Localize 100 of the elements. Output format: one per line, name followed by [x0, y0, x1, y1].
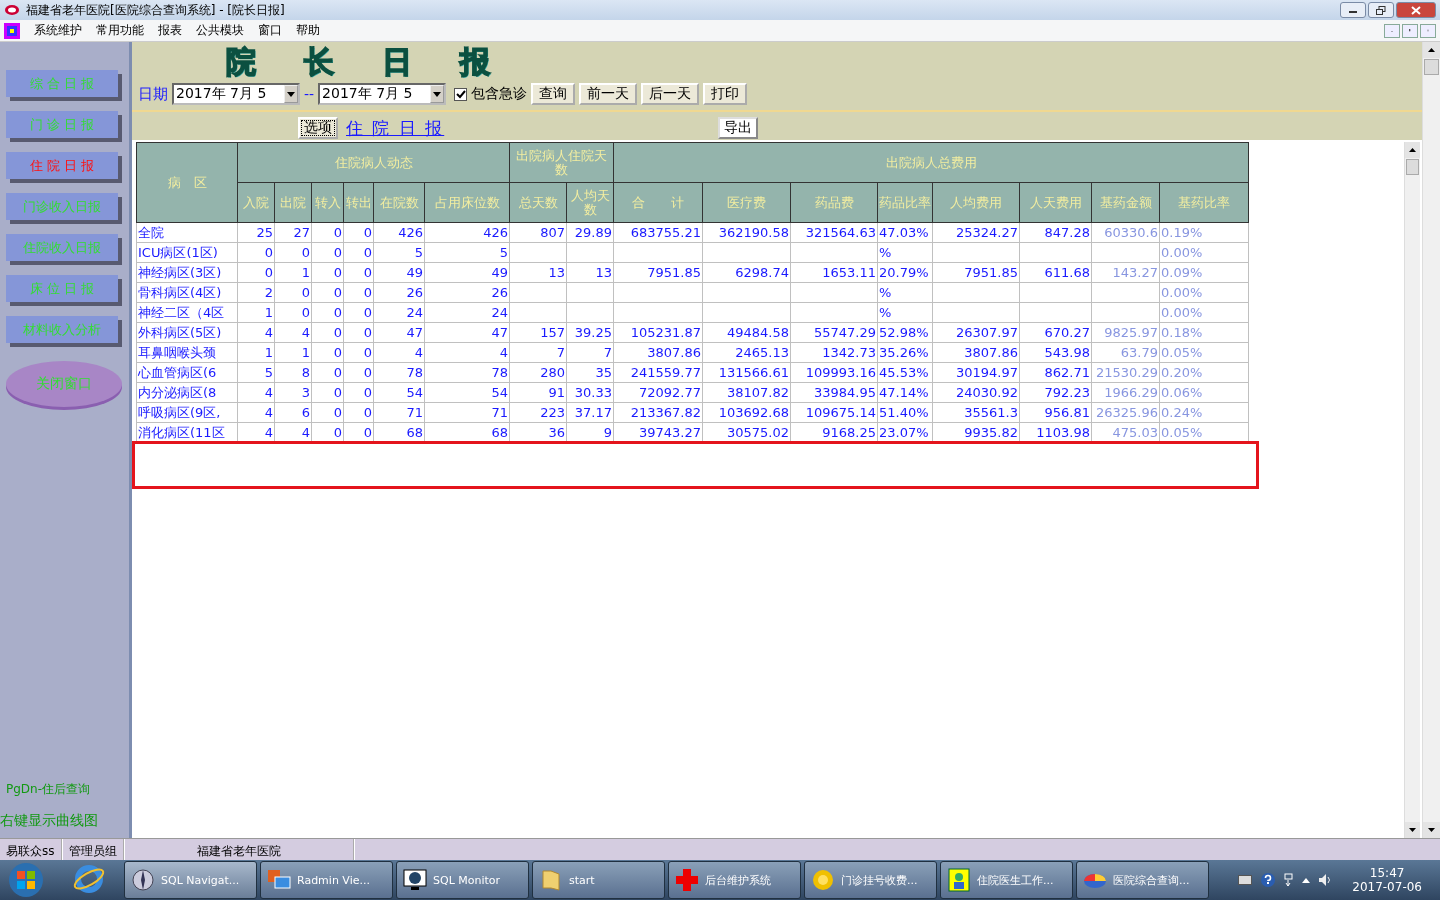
table-cell: % [877, 282, 933, 303]
table-cell: 9825.97 [1091, 322, 1160, 343]
table-cell: 0 [311, 402, 344, 423]
table-cell: 0 [311, 302, 344, 323]
date-separator: -- [304, 86, 315, 102]
column-header: 人均费用 [932, 182, 1020, 223]
taskbar-button[interactable]: SQL Navigat... [124, 861, 257, 899]
table-cell: 25 [237, 222, 275, 243]
export-button[interactable]: 导出 [718, 117, 759, 139]
table-cell: 24 [424, 302, 510, 323]
table-cell: 外科病区(5区) [136, 322, 238, 343]
table-cell: 4 [274, 322, 312, 343]
table-cell: 39.25 [566, 322, 614, 343]
table-cell: 862.71 [1019, 362, 1092, 383]
column-header: 总天数 [509, 182, 567, 223]
taskbar-button[interactable]: SQL Monitor [396, 861, 529, 899]
menu-item[interactable]: 帮助 [296, 22, 320, 39]
table-cell: 611.68 [1019, 262, 1092, 283]
scrollbar[interactable] [1422, 42, 1440, 838]
taskbar-button[interactable]: Radmin Vie... [260, 861, 393, 899]
table-cell: 3807.86 [932, 342, 1020, 363]
table-cell: 223 [509, 402, 567, 423]
table-cell: 157 [509, 322, 567, 343]
menu-item[interactable]: 公共模块 [196, 22, 244, 39]
start-button[interactable] [6, 862, 46, 898]
table-cell: 35561.3 [932, 402, 1020, 423]
table-cell: 5 [237, 362, 275, 383]
table-cell: 47 [424, 322, 510, 343]
toolbar-button[interactable]: 查询 [531, 83, 576, 105]
taskbar-button[interactable]: start [532, 861, 665, 899]
toolbar-button[interactable]: 打印 [703, 83, 748, 105]
taskbar-button[interactable]: 后台维护系统 [668, 861, 801, 899]
table-cell: 26 [373, 282, 425, 303]
speaker-icon[interactable] [1318, 873, 1333, 887]
table-cell: 23.07% [877, 422, 933, 443]
table-cell: 4 [237, 322, 275, 343]
column-group-header: 病 区 [136, 142, 238, 223]
options-button[interactable]: 选项 [298, 117, 338, 139]
restore-button[interactable] [1368, 2, 1394, 18]
table-cell: 0 [237, 262, 275, 283]
table-cell: 6 [274, 402, 312, 423]
include-emergency-checkbox[interactable]: 包含急诊 [454, 85, 528, 103]
folder-icon [539, 868, 563, 892]
table-cell: 0.19% [1159, 222, 1249, 243]
table-cell: 0 [343, 402, 374, 423]
table-cell: 6298.74 [702, 262, 791, 283]
menu-item[interactable]: 窗口 [258, 22, 282, 39]
column-group-header: 住院病人动态 [237, 142, 510, 183]
table-cell: 60330.6 [1091, 222, 1160, 243]
close-icon [1411, 5, 1421, 15]
report-title: 院长日报 [226, 43, 539, 81]
taskbar-button[interactable]: 住院医生工作... [940, 861, 1073, 899]
minimize-button[interactable] [1340, 2, 1366, 18]
column-header: 出院 [274, 182, 312, 223]
table-cell: 0 [343, 342, 374, 363]
scrollbar[interactable] [1404, 142, 1420, 838]
toolbar-button[interactable]: 后一天 [641, 83, 700, 105]
table-cell: 13 [566, 262, 614, 283]
table-cell: 362190.58 [702, 222, 791, 243]
table-cell: 426 [373, 222, 425, 243]
table-cell: 0 [311, 242, 344, 263]
table-cell: 91 [509, 382, 567, 403]
date-picker[interactable]: 2017年 7月 5 [318, 83, 447, 105]
table-cell: 321564.63 [790, 222, 878, 243]
column-header: 人均天数 [566, 182, 614, 223]
table-cell: 0 [311, 282, 344, 303]
scrollbar-thumb[interactable] [1406, 159, 1419, 175]
column-header: 人天费用 [1019, 182, 1092, 223]
close-button[interactable] [1396, 2, 1436, 18]
table-cell: 109675.14 [790, 402, 878, 423]
taskbar-button[interactable]: 门诊挂号收费... [804, 861, 937, 899]
table-cell: 0 [274, 302, 312, 323]
table-cell: 0 [274, 242, 312, 263]
column-header: 合 计 [613, 182, 703, 223]
table-cell: 1342.73 [790, 342, 878, 363]
table-cell: 78 [373, 362, 425, 383]
scrollbar-thumb[interactable] [1424, 59, 1439, 75]
cross-icon [675, 868, 699, 892]
toolbar-button[interactable]: 前一天 [579, 83, 638, 105]
doctor-icon [947, 868, 971, 892]
menu-item[interactable]: 报表 [158, 22, 182, 39]
report-link[interactable]: 住 院 日 报 [346, 116, 445, 140]
column-header: 入院 [237, 182, 275, 223]
table-cell: 全院 [136, 222, 238, 243]
date-picker[interactable]: 2017年 7月 5 [172, 83, 300, 105]
table-cell: 956.81 [1019, 402, 1092, 423]
menu-item[interactable]: 常用功能 [96, 22, 144, 39]
table-cell: 683755.21 [613, 222, 703, 243]
table-cell: 807 [509, 222, 567, 243]
tray-expand-icon[interactable] [1302, 877, 1311, 883]
help-icon[interactable] [1260, 872, 1277, 888]
taskbar-button[interactable]: 医院综合查询... [1076, 861, 1209, 899]
table-cell: 51.40% [877, 402, 933, 423]
compass-icon [131, 868, 155, 892]
table-cell: 0 [311, 362, 344, 383]
table-cell: 0 [343, 242, 374, 263]
menu-item[interactable]: 系统维护 [34, 22, 82, 39]
keyboard-icon[interactable] [1238, 875, 1253, 885]
scroll-up-icon [1409, 148, 1416, 152]
network-icon[interactable] [1284, 873, 1295, 887]
